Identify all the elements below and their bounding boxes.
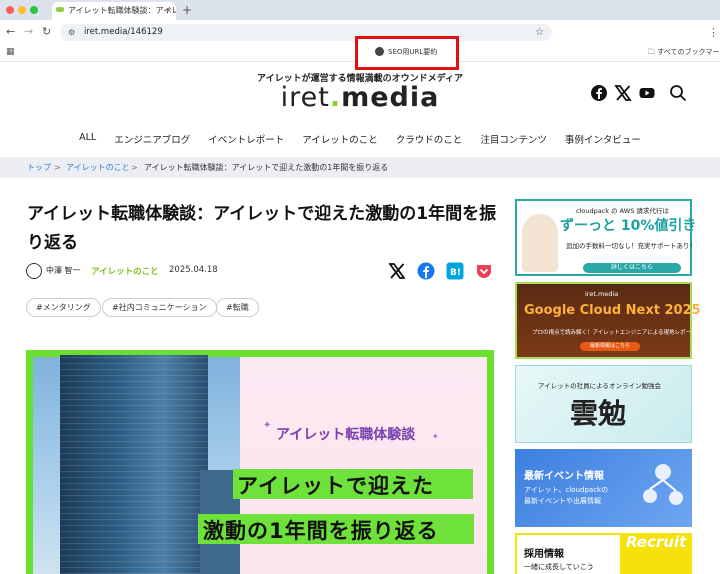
reload-icon[interactable]: ↻ (42, 24, 51, 40)
ad2-heading: iret.media (585, 290, 619, 298)
ad4-subtext-1: アイレット、cloudpackの (524, 486, 609, 494)
breadcrumb-category[interactable]: アイレットのこと (66, 157, 130, 178)
article-date: 2025.04.18 (169, 265, 218, 275)
logo-right: media (341, 82, 440, 113)
minimize-window-button[interactable] (18, 6, 26, 14)
ad1-headline: ずーっと 10%値引き (560, 218, 697, 234)
global-nav: ALL エンジニアブログ イベントレポート アイレットのこと クラウドのこと 注… (0, 132, 720, 146)
ad1-details-button[interactable]: 詳しくはこちら (583, 263, 681, 273)
ad2-headline: Google Cloud Next 2025 (524, 303, 701, 318)
nav-item-about-iret[interactable]: アイレットのこと (293, 132, 387, 146)
ad1-subtext: 追加の手数料一切なし！充実サポートあり！ (566, 242, 696, 250)
share-pocket-icon[interactable] (475, 262, 493, 280)
nav-item-engineer-blog[interactable]: エンジニアブログ (105, 132, 199, 146)
nav-item-case-interview[interactable]: 事例インタビュー (556, 132, 650, 146)
share-x-icon[interactable] (388, 262, 406, 280)
tag-mentoring[interactable]: #メンタリング (26, 298, 101, 317)
ad3-headline: 雲勉 (570, 397, 627, 430)
tab-close-icon[interactable]: × (165, 2, 173, 20)
new-tab-button[interactable]: + (182, 1, 192, 19)
nav-item-featured[interactable]: 注目コンテンツ (471, 132, 556, 146)
logo-dot: . (329, 82, 342, 113)
back-arrow-icon[interactable]: ← (6, 24, 15, 40)
svg-text:B!: B! (450, 268, 461, 278)
zoom-window-button[interactable] (30, 6, 38, 14)
breadcrumb-home[interactable]: トップ (27, 157, 51, 178)
ad4-subtext-2: 最新イベントや出展情報 (524, 497, 601, 505)
url-text[interactable]: iret.media/146129 (84, 24, 163, 41)
all-bookmarks-folder[interactable]: 🗀 すべてのブックマーク (648, 44, 720, 61)
article-category[interactable]: アイレットのこと (91, 265, 159, 277)
hero-headline-2: 激動の1年間を振り返る (203, 519, 439, 543)
ad-person-illustration (522, 214, 558, 272)
youtube-icon[interactable] (638, 84, 656, 102)
article-title: アイレット転職体験談：アイレットで迎えた激動の1年間を振り返る (27, 204, 497, 253)
tab-favicon-icon (56, 7, 64, 12)
tag-internal-communication[interactable]: #社内コミュニケーション (102, 298, 217, 317)
all-bookmarks-label: すべてのブックマーク (657, 48, 720, 56)
seo-url-summary-button[interactable]: SEO用URL要約 (388, 46, 437, 58)
author-name[interactable]: 中澤 智一 (46, 265, 81, 276)
facebook-icon[interactable] (590, 84, 608, 102)
search-icon[interactable] (669, 84, 687, 102)
ad1-heading: cloudpack の AWS 請求代行は (576, 207, 669, 215)
hero-headline-1: アイレットで迎えた (237, 474, 434, 498)
ad5-recruit-text: Recruit (626, 533, 687, 551)
ad5-subtext: 一緒に成長していこう (524, 563, 594, 571)
tab-title: アイレット転職体験談：アイレ (68, 6, 176, 15)
author-avatar[interactable] (26, 263, 42, 279)
tag-job-change[interactable]: #転職 (216, 298, 259, 317)
breadcrumb-separator: > (131, 163, 138, 172)
hero-subtitle: アイレット転職体験談 (276, 427, 416, 443)
sparkle-icon: ✦ (432, 432, 439, 441)
browser-tab-active[interactable]: アイレット転職体験談：アイレ (52, 2, 176, 20)
globe-icon (375, 47, 384, 56)
ad4-heading: 最新イベント情報 (524, 471, 604, 482)
nav-item-event-report[interactable]: イベントレポート (199, 132, 293, 146)
site-info-icon[interactable]: ⚙ (68, 24, 75, 41)
breadcrumb-current: アイレット転職体験談：アイレットで迎えた激動の1年間を振り返る (144, 163, 389, 172)
bookmark-star-icon[interactable]: ☆ (535, 24, 544, 41)
nav-item-cloud[interactable]: クラウドのこと (387, 132, 472, 146)
ad2-latest-button[interactable]: 最新情報はこちら (580, 342, 640, 351)
ad3-heading: アイレットの社員によるオンライン勉強会 (538, 382, 661, 390)
share-hatena-icon[interactable]: B! (446, 262, 464, 280)
folder-icon: 🗀 (648, 48, 658, 56)
browser-menu-icon[interactable]: ⋮ (708, 24, 719, 41)
x-twitter-icon[interactable] (614, 84, 632, 102)
site-logo[interactable]: iret.media (0, 82, 720, 113)
apps-grid-icon[interactable]: ▦ (6, 47, 15, 57)
share-facebook-icon[interactable] (417, 262, 435, 280)
cloud-network-icon (643, 464, 683, 505)
sparkle-icon: ✦ (263, 420, 272, 431)
nav-item-all[interactable]: ALL (70, 132, 105, 146)
close-window-button[interactable] (6, 6, 14, 14)
ad5-heading: 採用情報 (524, 549, 564, 560)
forward-arrow-icon[interactable]: → (24, 24, 33, 40)
hero-building-windows (60, 355, 208, 574)
breadcrumb-separator: > (54, 163, 61, 172)
logo-left: iret (280, 82, 330, 113)
ad2-subtext: プロの視点で読み解く！アイレットエンジニアによる現地レポート！ (532, 330, 703, 336)
